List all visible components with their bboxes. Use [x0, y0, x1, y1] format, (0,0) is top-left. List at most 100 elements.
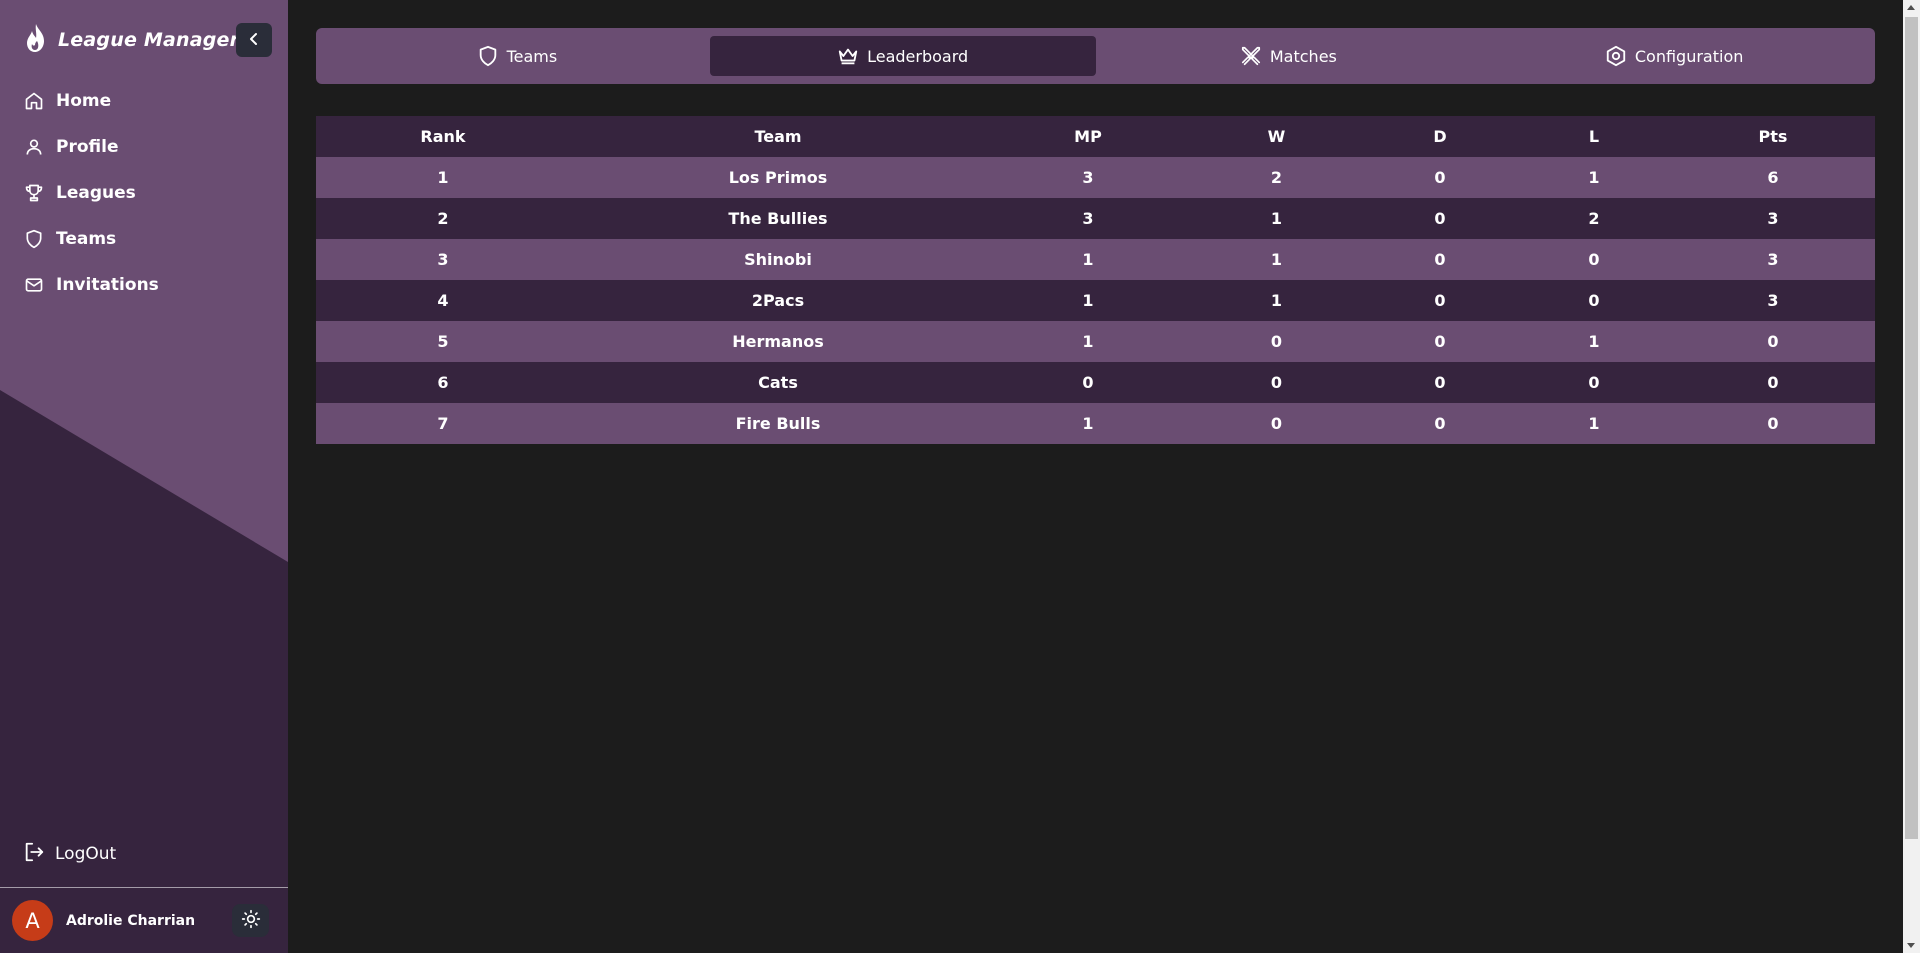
cell-l: 0 — [1588, 291, 1600, 310]
cell-l: 2 — [1588, 209, 1600, 228]
trophy-icon — [24, 183, 44, 203]
logout-icon — [23, 841, 45, 868]
avatar[interactable]: A — [12, 900, 53, 941]
page-scrollbar[interactable] — [1903, 0, 1920, 953]
cell-rank: 6 — [437, 373, 449, 392]
shield-icon — [477, 45, 499, 67]
cell-d: 0 — [1434, 373, 1446, 392]
sidebar-item-label: Teams — [56, 229, 117, 249]
table-row[interactable]: 2 The Bullies 3 1 0 2 3 — [316, 198, 1875, 239]
cell-l: 0 — [1588, 373, 1600, 392]
sidebar-item-profile[interactable]: Profile — [0, 124, 288, 170]
table-row[interactable]: 4 2Pacs 1 1 0 0 3 — [316, 280, 1875, 321]
cell-d: 0 — [1434, 291, 1446, 310]
column-header-rank[interactable]: Rank — [316, 116, 570, 157]
cell-team: Cats — [758, 373, 798, 392]
scroll-up-arrow-icon[interactable] — [1907, 5, 1915, 10]
sidebar-item-leagues[interactable]: Leagues — [0, 170, 288, 216]
cell-w: 1 — [1270, 209, 1283, 228]
hexagon-gear-icon — [1605, 45, 1627, 67]
cell-w: 1 — [1270, 250, 1283, 269]
column-header-mp[interactable]: MP — [986, 116, 1190, 157]
cell-mp: 0 — [1082, 373, 1094, 392]
tab-teams[interactable]: Teams — [324, 36, 710, 76]
cell-w: 0 — [1270, 373, 1283, 392]
tab-matches[interactable]: Matches — [1096, 36, 1482, 76]
sidebar-item-label: Leagues — [56, 183, 136, 203]
cell-d: 0 — [1434, 414, 1446, 433]
user-bar: A Adrolie Charrian — [0, 887, 288, 953]
table-row[interactable]: 7 Fire Bulls 1 0 0 1 0 — [316, 403, 1875, 444]
sidebar-item-label: Profile — [56, 137, 119, 157]
sidebar-nav: Home Profile Leagues Teams Invitations — [0, 78, 288, 308]
column-header-team[interactable]: Team — [570, 116, 986, 157]
app-title: League Manager — [58, 29, 240, 51]
league-tabs: Teams Leaderboard Matches Configuration — [316, 28, 1875, 84]
flame-logo-icon — [24, 23, 48, 57]
cell-w: 0 — [1270, 332, 1283, 351]
cell-mp: 1 — [1082, 332, 1094, 351]
tab-label: Leaderboard — [867, 46, 969, 66]
cell-pts: 0 — [1767, 414, 1779, 433]
sidebar-item-home[interactable]: Home — [0, 78, 288, 124]
scroll-thumb[interactable] — [1905, 17, 1918, 839]
crown-icon — [837, 45, 859, 67]
brand: League Manager — [24, 22, 239, 58]
tab-leaderboard[interactable]: Leaderboard — [709, 36, 1096, 76]
tab-configuration[interactable]: Configuration — [1481, 36, 1867, 76]
table-header-row: Rank Team MP W D L Pts — [316, 116, 1875, 157]
user-name: Adrolie Charrian — [66, 912, 196, 929]
cell-pts: 6 — [1767, 168, 1779, 187]
crossed-swords-icon — [1240, 45, 1262, 67]
app-root: League Manager Home Profile Leagues Team… — [0, 0, 1920, 953]
mail-icon — [24, 275, 44, 295]
column-header-l[interactable]: L — [1517, 116, 1671, 157]
cell-rank: 1 — [437, 168, 449, 187]
cell-l: 0 — [1588, 250, 1600, 269]
cell-l: 1 — [1588, 414, 1600, 433]
cell-d: 0 — [1434, 332, 1446, 351]
cell-pts: 0 — [1767, 373, 1779, 392]
cell-rank: 4 — [437, 291, 449, 310]
cell-mp: 3 — [1082, 209, 1094, 228]
cell-mp: 1 — [1082, 250, 1094, 269]
cell-w: 0 — [1270, 414, 1283, 433]
cell-d: 0 — [1434, 168, 1446, 187]
cell-mp: 1 — [1082, 414, 1094, 433]
tab-label: Configuration — [1634, 46, 1744, 66]
cell-pts: 3 — [1767, 209, 1779, 228]
tab-label: Teams — [506, 46, 558, 66]
column-header-pts[interactable]: Pts — [1671, 116, 1875, 157]
column-header-d[interactable]: D — [1363, 116, 1517, 157]
sidebar-item-invitations[interactable]: Invitations — [0, 262, 288, 308]
logout-label: LogOut — [55, 844, 117, 864]
collapse-sidebar-button[interactable] — [236, 23, 272, 57]
leaderboard-table-container: Rank Team MP W D L Pts 1 Los Primos 3 2 … — [316, 116, 1875, 444]
cell-d: 0 — [1434, 250, 1446, 269]
table-row[interactable]: 3 Shinobi 1 1 0 0 3 — [316, 239, 1875, 280]
logout-button[interactable]: LogOut — [23, 842, 116, 866]
cell-mp: 1 — [1082, 291, 1094, 310]
cell-rank: 7 — [437, 414, 449, 433]
table-row[interactable]: 5 Hermanos 1 0 0 1 0 — [316, 321, 1875, 362]
shield-icon — [24, 229, 44, 249]
cell-pts: 0 — [1767, 332, 1779, 351]
tab-label: Matches — [1269, 46, 1337, 66]
scroll-down-arrow-icon[interactable] — [1907, 943, 1915, 948]
cell-rank: 3 — [437, 250, 449, 269]
sidebar-item-label: Home — [56, 91, 112, 111]
cell-w: 1 — [1270, 291, 1283, 310]
cell-l: 1 — [1588, 168, 1600, 187]
table-row[interactable]: 1 Los Primos 3 2 0 1 6 — [316, 157, 1875, 198]
theme-toggle-button[interactable] — [232, 904, 269, 937]
cell-w: 2 — [1270, 168, 1283, 187]
sidebar-item-teams[interactable]: Teams — [0, 216, 288, 262]
sidebar-item-label: Invitations — [56, 275, 159, 295]
column-header-w[interactable]: W — [1190, 116, 1363, 157]
cell-d: 0 — [1434, 209, 1446, 228]
leaderboard-table: Rank Team MP W D L Pts 1 Los Primos 3 2 … — [316, 116, 1875, 444]
cell-l: 1 — [1588, 332, 1600, 351]
cell-team: Los Primos — [728, 168, 828, 187]
table-row[interactable]: 6 Cats 0 0 0 0 0 — [316, 362, 1875, 403]
cell-mp: 3 — [1082, 168, 1094, 187]
